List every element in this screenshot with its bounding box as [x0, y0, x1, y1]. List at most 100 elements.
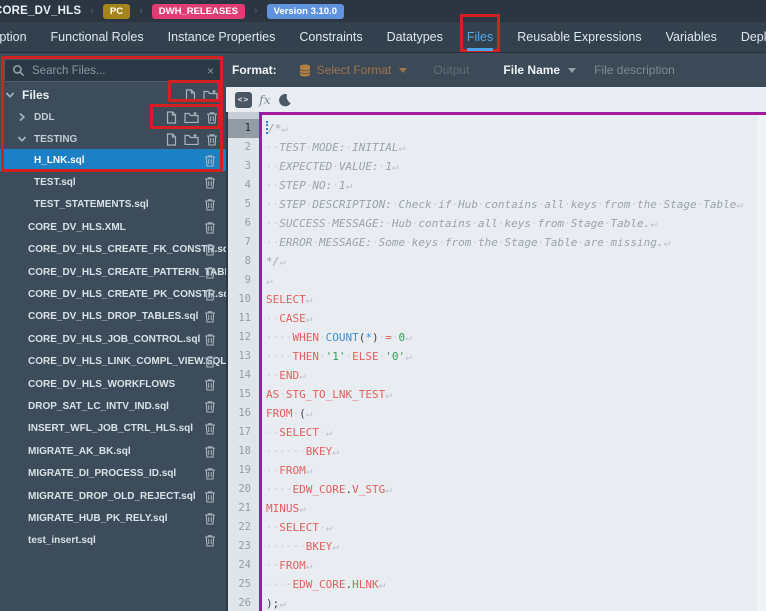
- code-pane[interactable]: /*↵ ··TEST·MODE:·INITIAL↵ ··EXPECTED·VALUE…: [259, 112, 766, 611]
- trash-icon[interactable]: [206, 133, 218, 146]
- line-number: 18: [238, 445, 251, 457]
- file-item-CORE_DV_HLS_JOB_CONTROL.sql[interactable]: CORE_DV_HLS_JOB_CONTROL.sql: [0, 328, 226, 350]
- line-number: 8: [244, 255, 251, 267]
- file-item-label: CORE_DV_HLS_LINK_COMPL_VIEW.SQL: [28, 356, 227, 368]
- trash-icon[interactable]: [204, 422, 216, 435]
- file-item-H_LNK.sql[interactable]: H_LNK.sql: [0, 149, 226, 172]
- new-folder-icon[interactable]: [184, 133, 199, 145]
- breadcrumb-badge[interactable]: PC: [102, 3, 131, 19]
- line-number: 6: [244, 217, 251, 229]
- code-line: ····THEN·'1'·ELSE·'0'↵: [266, 350, 412, 363]
- line-number: 11: [238, 312, 251, 324]
- file-item-DROP_SAT_LC_INTV_IND.sql[interactable]: DROP_SAT_LC_INTV_IND.sql: [0, 395, 226, 417]
- trash-icon[interactable]: [204, 154, 216, 167]
- tab-files[interactable]: Files: [459, 13, 501, 53]
- search-clear-icon[interactable]: ×: [207, 65, 214, 77]
- editor-scrollbar[interactable]: [758, 115, 766, 611]
- trash-icon[interactable]: [204, 378, 216, 391]
- row-actions: [204, 306, 216, 328]
- chevron-down-icon[interactable]: [5, 90, 15, 100]
- line-number: 15: [238, 388, 251, 400]
- file-item-INSERT_WFL_JOB_CTRL_HLS.sql[interactable]: INSERT_WFL_JOB_CTRL_HLS.sql: [0, 418, 226, 440]
- code-line: ↵: [266, 274, 273, 287]
- line-number: 10: [238, 293, 251, 305]
- row-actions: [204, 373, 216, 395]
- tab-deployments[interactable]: Deployments: [741, 22, 766, 53]
- tab-datatypes[interactable]: Datatypes: [387, 22, 443, 53]
- search-icon: [12, 64, 25, 77]
- file-item-CORE_DV_HLS_CREATE_FK_CONSTR.sql[interactable]: CORE_DV_HLS_CREATE_FK_CONSTR.sql: [0, 239, 232, 261]
- tab-description[interactable]: Description: [0, 22, 27, 53]
- trash-icon[interactable]: [204, 534, 216, 547]
- file-item-MIGRATE_DROP_OLD_REJECT.sql[interactable]: MIGRATE_DROP_OLD_REJECT.sql: [0, 485, 226, 507]
- dark-mode-moon-icon[interactable]: [278, 93, 292, 107]
- new-file-icon[interactable]: [166, 132, 177, 146]
- trash-icon[interactable]: [204, 490, 216, 503]
- file-item-MIGRATE_HUB_PK_RELY.sql[interactable]: MIGRATE_HUB_PK_RELY.sql: [0, 507, 226, 529]
- row-actions: [204, 440, 216, 462]
- code-line: ··CASE↵: [266, 312, 313, 325]
- breadcrumb-root[interactable]: CORE_DV_HLS: [0, 5, 81, 17]
- file-item-MIGRATE_DI_PROCESS_ID.sql[interactable]: MIGRATE_DI_PROCESS_ID.sql: [0, 462, 226, 484]
- chevron-down-icon[interactable]: [17, 134, 27, 144]
- output-button[interactable]: Output: [433, 63, 469, 77]
- chevron-right-icon[interactable]: [17, 112, 27, 122]
- file-item-CORE_DV_HLS.XML[interactable]: CORE_DV_HLS.XML: [0, 216, 226, 238]
- breadcrumb-separator-icon: ›: [253, 5, 258, 17]
- trash-icon[interactable]: [206, 111, 218, 124]
- code-line: );↵: [266, 597, 286, 610]
- new-file-icon[interactable]: [166, 110, 177, 124]
- trash-icon[interactable]: [204, 467, 216, 480]
- trash-icon[interactable]: [204, 266, 216, 279]
- trash-icon[interactable]: [204, 333, 216, 346]
- file-item-CORE_DV_HLS_DROP_TABLES.sql[interactable]: CORE_DV_HLS_DROP_TABLES.sql: [0, 306, 226, 328]
- tab-reusable-expressions[interactable]: Reusable Expressions: [517, 22, 641, 53]
- new-folder-icon[interactable]: [184, 111, 199, 123]
- code-view-icon[interactable]: <>: [235, 91, 252, 108]
- trash-icon[interactable]: [204, 512, 216, 525]
- trash-icon[interactable]: [204, 355, 216, 368]
- row-actions: [204, 261, 216, 283]
- select-format-dropdown[interactable]: Select Format: [299, 63, 408, 77]
- breadcrumb-badge[interactable]: DWH_RELEASES: [151, 3, 245, 19]
- trash-icon[interactable]: [204, 221, 216, 234]
- chevron-down-icon: [399, 67, 408, 73]
- trash-icon[interactable]: [204, 176, 216, 189]
- file-item-CORE_DV_HLS_CREATE_PK_CONSTR.sql[interactable]: CORE_DV_HLS_CREATE_PK_CONSTR.sql: [0, 283, 232, 305]
- trash-icon[interactable]: [204, 445, 216, 458]
- tab-instance-properties[interactable]: Instance Properties: [168, 22, 276, 53]
- search-input[interactable]: [32, 64, 200, 77]
- file-item-CORE_DV_HLS_LINK_COMPL_VIEW.SQL[interactable]: CORE_DV_HLS_LINK_COMPL_VIEW.SQL: [0, 351, 226, 373]
- chevron-down-icon: [568, 67, 577, 73]
- tab-functional-roles[interactable]: Functional Roles: [51, 22, 144, 53]
- code-editor[interactable]: 1 2 3 4 5 6 7 8 9 10 11 12 13 14 15 16 17 18 19 20 21 22 23 24 2…: [226, 112, 766, 611]
- trash-icon[interactable]: [204, 243, 216, 256]
- tab-constraints[interactable]: Constraints: [299, 22, 362, 53]
- line-number: 12: [238, 331, 251, 343]
- trash-icon[interactable]: [204, 310, 216, 323]
- new-file-icon[interactable]: [185, 88, 196, 102]
- trash-icon[interactable]: [204, 288, 216, 301]
- file-item-TEST_STATEMENTS.sql[interactable]: TEST_STATEMENTS.sql: [0, 194, 226, 216]
- tree-item-ddl[interactable]: DDL: [0, 106, 226, 128]
- new-folder-icon[interactable]: [203, 89, 218, 101]
- file-description-input[interactable]: [594, 63, 766, 77]
- tree-item-files[interactable]: Files: [0, 84, 226, 106]
- file-item-CORE_DV_HLS_WORKFLOWS[interactable]: CORE_DV_HLS_WORKFLOWS: [0, 373, 226, 395]
- file-item-CORE_DV_HLS_CREATE_PATTERN_TABLES.sql[interactable]: CORE_DV_HLS_CREATE_PATTERN_TABLES.sql: [0, 261, 261, 283]
- file-item-MIGRATE_AK_BK.sql[interactable]: MIGRATE_AK_BK.sql: [0, 440, 226, 462]
- file-item-label: MIGRATE_AK_BK.sql: [28, 445, 131, 457]
- tree-item-testing[interactable]: TESTING: [0, 128, 226, 150]
- trash-icon[interactable]: [204, 400, 216, 413]
- row-actions: [185, 84, 218, 106]
- trash-icon[interactable]: [204, 198, 216, 212]
- row-actions: [204, 194, 216, 216]
- breadcrumb-badge[interactable]: Version 3.10.0: [266, 3, 344, 19]
- file-item-label: CORE_DV_HLS_WORKFLOWS: [28, 378, 176, 390]
- file-item-test_insert.sql[interactable]: test_insert.sql: [0, 530, 226, 552]
- function-icon[interactable]: fx: [259, 92, 271, 107]
- file-item-TEST.sql[interactable]: TEST.sql: [0, 171, 226, 193]
- tab-variables[interactable]: Variables: [666, 22, 717, 53]
- row-actions: [204, 149, 216, 171]
- file-name-dropdown[interactable]: File Name: [503, 63, 577, 77]
